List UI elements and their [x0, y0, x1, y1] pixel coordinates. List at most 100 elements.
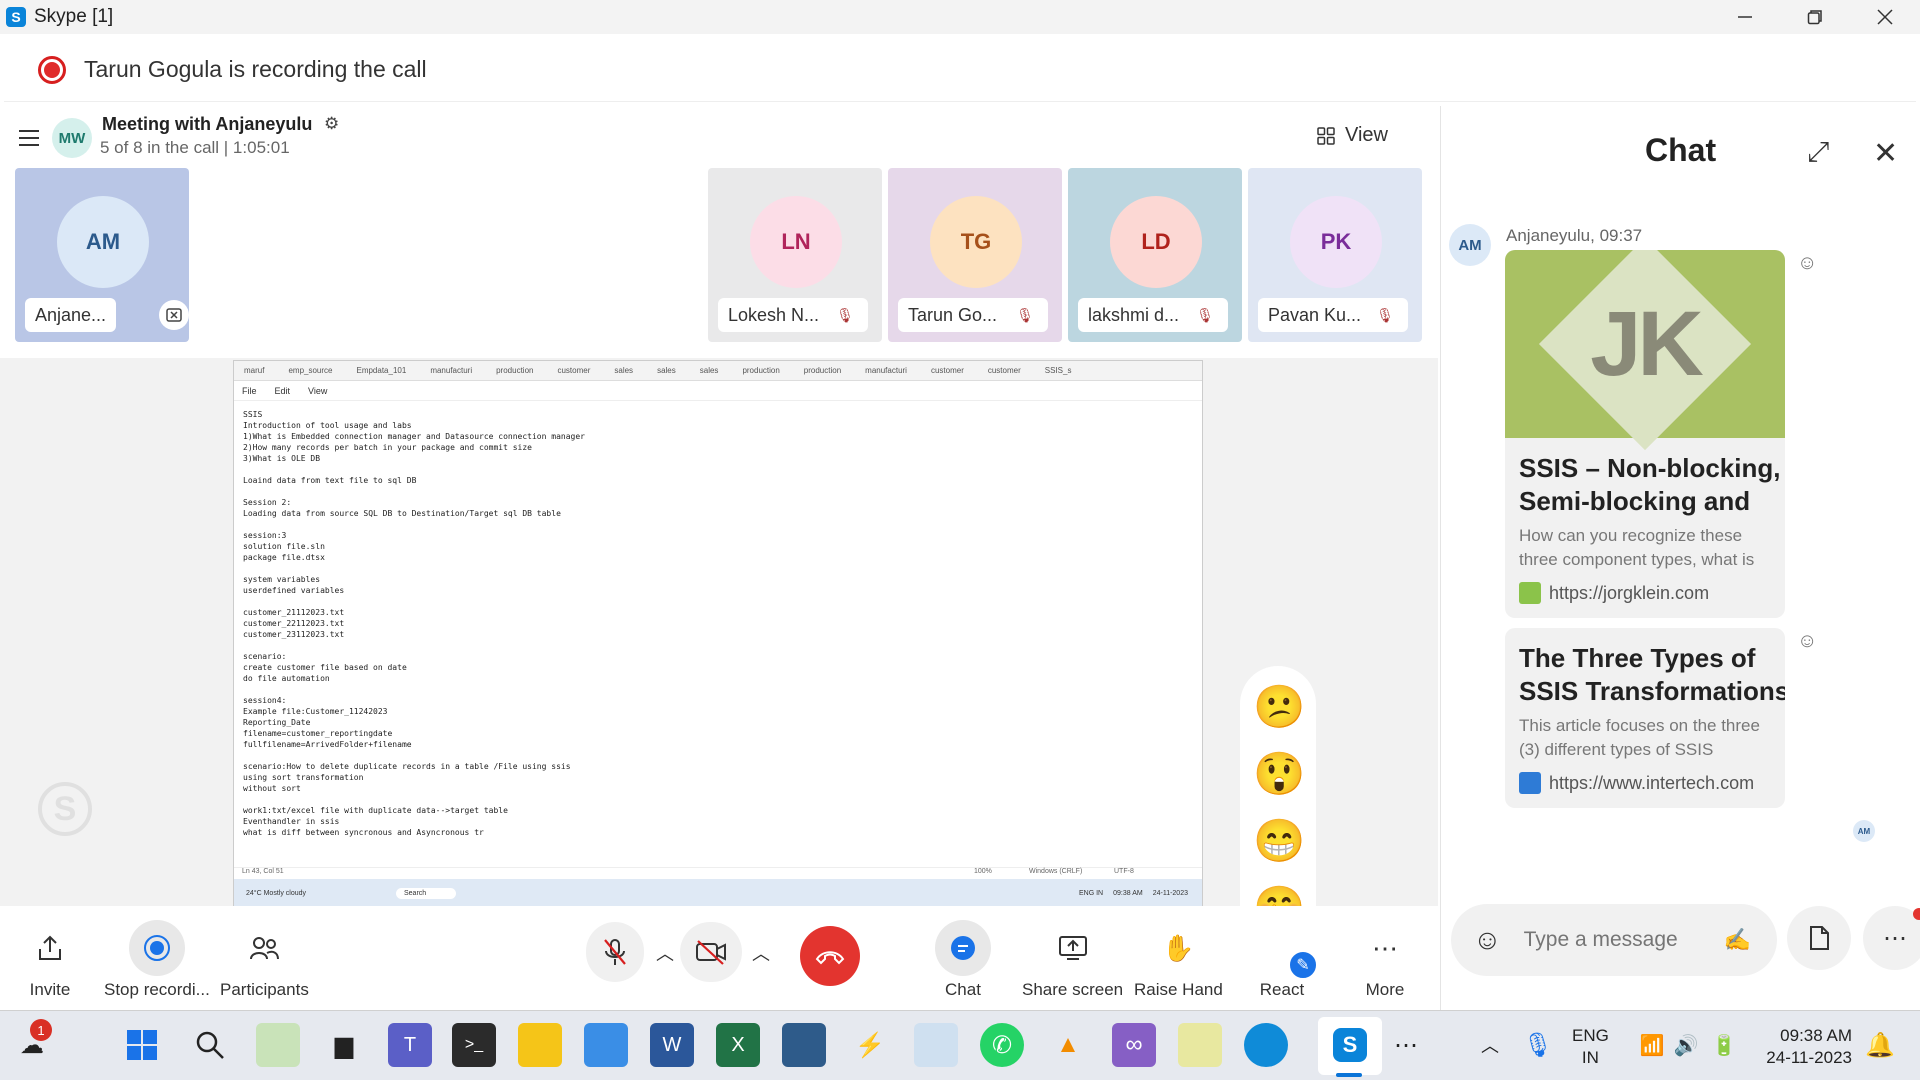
- snipping-tool-icon[interactable]: [1178, 1023, 1222, 1067]
- link-preview-url[interactable]: https://jorgklein.com: [1505, 572, 1785, 618]
- meeting-avatar: MW: [52, 118, 92, 158]
- window-title: Skype [1]: [34, 6, 114, 27]
- visual-studio-icon[interactable]: ∞: [1112, 1023, 1156, 1067]
- restore-button[interactable]: [1780, 0, 1850, 34]
- copilot-icon[interactable]: [256, 1023, 300, 1067]
- invite-label: Invite: [29, 980, 71, 999]
- skype-taskbar-icon[interactable]: S: [1318, 1023, 1382, 1067]
- notepad-menu-item: Edit: [274, 385, 291, 396]
- invite-button[interactable]: Invite: [22, 906, 78, 1010]
- recording-icon: [38, 55, 66, 84]
- add-reaction-icon[interactable]: ☺: [1797, 252, 1817, 275]
- battery-icon[interactable]: 🔋: [1702, 1023, 1746, 1067]
- participant-tile[interactable]: TG Tarun Go... 🎙: [888, 168, 1062, 342]
- participant-tile[interactable]: PK Pavan Ku... 🎙: [1248, 168, 1422, 342]
- message-meta: Anjaneyulu, 09:37: [1506, 226, 1643, 245]
- react-button[interactable]: ✎ React: [1254, 906, 1318, 1010]
- notepad-tab: emp_source: [288, 366, 333, 375]
- clock[interactable]: 09:38 AM 24-11-2023: [1756, 1025, 1852, 1069]
- file-explorer-icon[interactable]: [518, 1023, 562, 1067]
- edit-pen-icon: ✎: [1288, 950, 1318, 980]
- gear-icon[interactable]: ⚙: [324, 114, 339, 134]
- minimize-icon: [1738, 16, 1752, 18]
- participant-tile[interactable]: LN Lokesh N... 🎙: [708, 168, 882, 342]
- chat-close-icon[interactable]: ✕: [1873, 136, 1898, 171]
- mic-muted-icon: 🎙: [836, 306, 854, 323]
- encoding: UTF-8: [1114, 868, 1134, 875]
- call-area: MW Meeting with Anjaneyulu ⚙ 5 of 8 in t…: [0, 106, 1438, 1065]
- message-input[interactable]: [1523, 928, 1724, 952]
- format-text-icon[interactable]: ✍: [1724, 927, 1751, 953]
- surprised-reaction[interactable]: 😲: [1253, 749, 1305, 799]
- notification-dot: [1913, 908, 1920, 920]
- call-status: 5 of 8 in the call | 1:05:01: [100, 138, 290, 157]
- raise-hand-button[interactable]: ✋ Raise Hand: [1134, 906, 1223, 1010]
- notepad-tab: sales: [657, 366, 676, 375]
- minimize-button[interactable]: [1710, 0, 1780, 34]
- notepad-text: SSIS Introduction of tool usage and labs…: [243, 410, 585, 837]
- more-button[interactable]: ⋯ More: [1357, 906, 1413, 1010]
- notepad-tab: production: [803, 366, 842, 375]
- close-button[interactable]: [1850, 0, 1920, 34]
- power-automate-icon[interactable]: ⚡: [848, 1023, 892, 1067]
- add-reaction-icon[interactable]: ☺: [1797, 630, 1817, 653]
- participant-name: Anjane...: [25, 298, 117, 332]
- expand-icon[interactable]: ⤢: [1807, 136, 1829, 169]
- start-icon[interactable]: [120, 1023, 164, 1067]
- skype-watermark-icon: S: [38, 782, 92, 836]
- share-screen-button[interactable]: Share screen: [1022, 906, 1123, 1010]
- attach-file-button[interactable]: [1787, 906, 1851, 970]
- teams-icon[interactable]: T: [388, 1023, 432, 1067]
- mic-options-chevron-icon[interactable]: ︿: [656, 940, 674, 966]
- task-view-icon[interactable]: ▆: [322, 1023, 366, 1067]
- stop-recording-button[interactable]: Stop recordi...: [104, 906, 210, 1010]
- notification-bell-icon[interactable]: 🔔: [1858, 1023, 1902, 1067]
- notepad-icon[interactable]: [584, 1023, 628, 1067]
- chat-button[interactable]: Chat: [935, 906, 991, 1010]
- link-preview-description: How can you recognize these three compon…: [1519, 526, 1755, 569]
- chat-more-button[interactable]: ⋯: [1863, 906, 1920, 970]
- view-button[interactable]: View: [1317, 124, 1388, 147]
- terminal-icon[interactable]: >_: [452, 1023, 496, 1067]
- mic-toggle-button[interactable]: [586, 922, 644, 982]
- whatsapp-icon[interactable]: ✆: [980, 1023, 1024, 1067]
- excel-icon[interactable]: X: [716, 1023, 760, 1067]
- edge-icon[interactable]: [1244, 1023, 1288, 1067]
- taskbar-more-icon[interactable]: ⋯: [1384, 1023, 1428, 1067]
- microphone-icon[interactable]: 🎙: [1516, 1023, 1560, 1067]
- link-preview-image: JK: [1505, 250, 1785, 451]
- tray-chevron-icon[interactable]: ︿: [1468, 1023, 1512, 1067]
- shared-lang: ENG IN: [1079, 889, 1104, 897]
- notepad-tab: manufacturi: [430, 366, 473, 375]
- photos-icon[interactable]: [914, 1023, 958, 1067]
- link-preview-card[interactable]: JK SSIS – Non-blocking, Semi-blocking an…: [1505, 250, 1785, 618]
- sad-reaction[interactable]: 😕: [1253, 682, 1305, 732]
- read-receipt-avatar: AM: [1853, 820, 1875, 842]
- emoji-icon[interactable]: ☺: [1473, 924, 1502, 956]
- record-icon: [128, 920, 185, 976]
- word-icon[interactable]: W: [650, 1023, 694, 1067]
- end-call-button[interactable]: [800, 926, 860, 986]
- link-preview-card[interactable]: The Three Types of SSIS Transformations …: [1505, 628, 1785, 808]
- participant-avatar: LN: [750, 196, 842, 288]
- language-indicator[interactable]: ENG IN: [1572, 1025, 1609, 1069]
- link-preview-url[interactable]: https://www.intertech.com: [1505, 762, 1785, 808]
- video-options-chevron-icon[interactable]: ︿: [752, 940, 770, 966]
- participants-button[interactable]: Participants: [220, 906, 309, 1010]
- intertech-favicon-icon: [1519, 772, 1541, 794]
- sql-server-icon[interactable]: [782, 1023, 826, 1067]
- menu-icon[interactable]: [18, 126, 40, 154]
- shared-date: 24-11-2023: [1152, 889, 1188, 897]
- participant-tile[interactable]: LD lakshmi d... 🎙: [1068, 168, 1242, 342]
- laugh-reaction[interactable]: 😁: [1253, 816, 1305, 866]
- vlc-icon[interactable]: ▲: [1046, 1023, 1090, 1067]
- video-off-icon: [696, 940, 726, 965]
- link-preview-description: This article focuses on the three (3) di…: [1519, 716, 1760, 759]
- restore-icon: [1807, 10, 1822, 25]
- video-toggle-button[interactable]: [680, 922, 742, 982]
- title-bar: S Skype [1]: [0, 0, 1920, 34]
- search-icon[interactable]: [188, 1023, 232, 1067]
- notepad-tab: sales: [614, 366, 634, 375]
- skype-logo-icon: S: [6, 7, 26, 27]
- participant-tile[interactable]: AM Anjane...: [15, 168, 189, 342]
